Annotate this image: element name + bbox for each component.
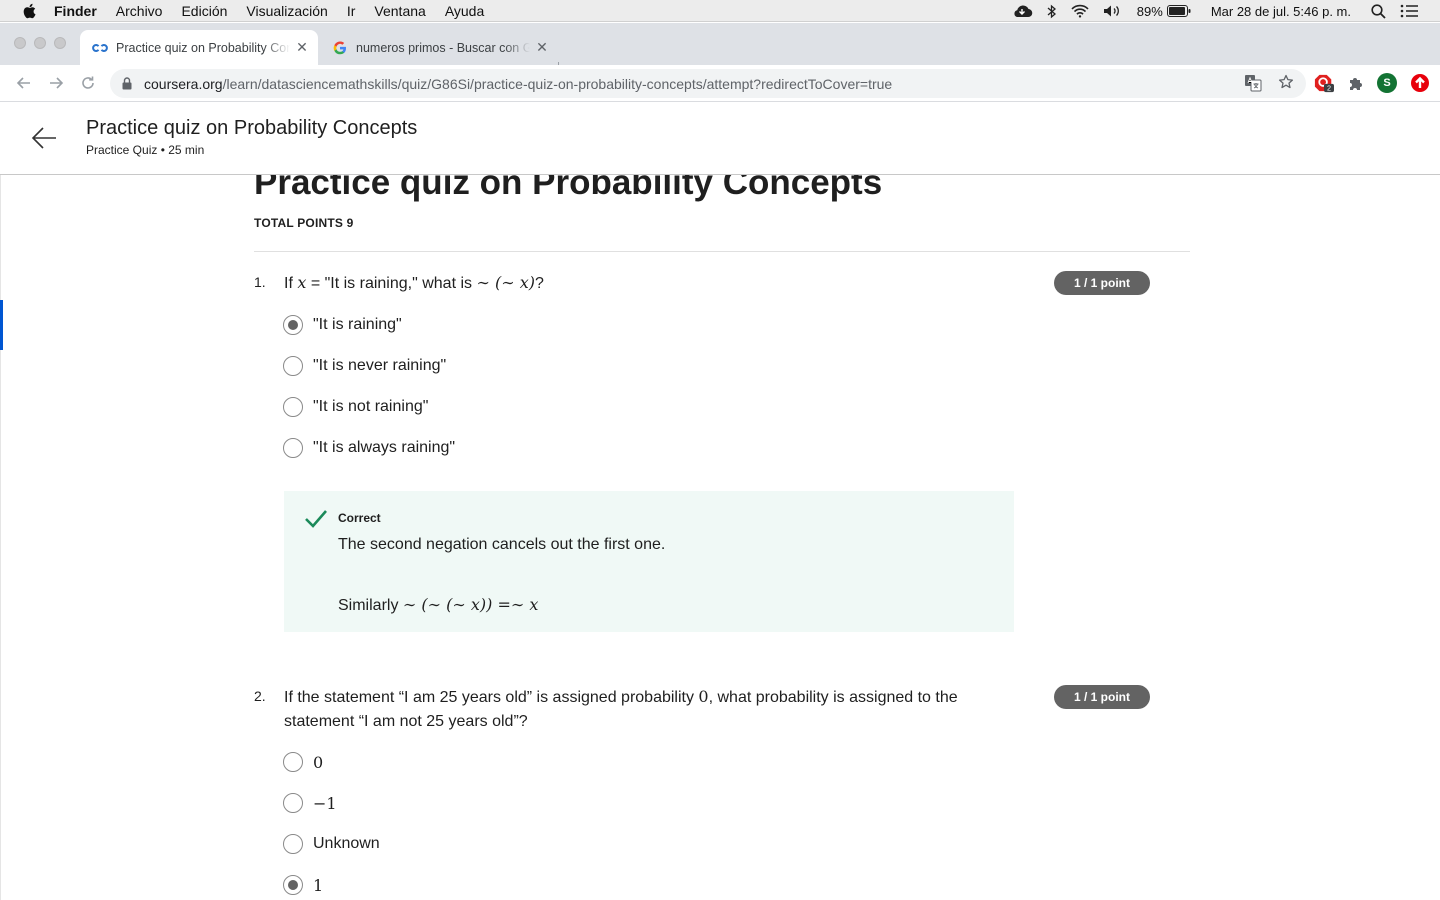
question-2-score-badge: 1 / 1 point [1054,685,1150,709]
q1-math-expr: ∼ (∼ x) [476,273,535,292]
q2-text-part: statement “I am not 25 years old”? [284,713,528,730]
feedback-math: ∼ (∼ (∼ x)) =∼ x [402,595,539,614]
option-label: "It is always raining" [313,439,456,456]
total-points: TOTAL POINTS 9 [254,216,354,230]
checkmark-icon [304,509,328,529]
back-arrow-icon[interactable] [30,124,58,152]
q1-option-2[interactable]: "It is never raining" [283,355,446,377]
q1-text-part: ? [534,275,544,292]
q1-option-1[interactable]: "It is raining" [283,314,402,336]
q2-math-zero: 0 [698,687,709,706]
radio-checked-icon[interactable] [283,315,303,335]
option-label: "It is not raining" [313,398,429,415]
option-label: −1 [313,793,337,813]
radio-checked-icon[interactable] [283,875,303,895]
q2-option-3[interactable]: Unknown [283,833,380,855]
q1-text-part: = "It is raining," what is [306,275,477,292]
question-2-text: If the statement “I am 25 years old” is … [284,685,1024,734]
q2-text-part: , what probability is assigned to the [708,689,958,706]
radio-icon[interactable] [283,438,303,458]
feedback-label: Correct [338,511,381,525]
radio-icon[interactable] [283,356,303,376]
header-subtitle: Practice Quiz • 25 min [86,143,205,157]
radio-icon[interactable] [283,834,303,854]
feedback-explanation: The second negation cancels out the firs… [338,536,666,553]
option-label: 1 [313,875,324,895]
coursera-quiz-header: Practice quiz on Probability Concepts Pr… [0,102,1440,175]
q1-feedback-box: Correct The second negation cancels out … [284,491,1014,632]
q2-option-1[interactable]: 0 [283,751,323,773]
feedback-similarly-text: Similarly [338,597,403,614]
q2-option-2[interactable]: −1 [283,792,337,814]
q1-text-part: If [284,275,298,292]
option-label: Unknown [313,835,380,852]
header-title: Practice quiz on Probability Concepts [86,117,418,139]
feedback-similarly: Similarly ∼ (∼ (∼ x)) =∼ x [338,595,538,615]
option-label: 0 [313,752,324,772]
option-label: "It is never raining" [313,357,447,374]
question-1-text: If x = "It is raining," what is ∼ (∼ x)? [284,271,544,296]
q1-option-3[interactable]: "It is not raining" [283,396,428,418]
question-1-score-badge: 1 / 1 point [1054,271,1150,295]
radio-icon[interactable] [283,793,303,813]
question-2-number: 2. [254,688,266,704]
q2-option-4[interactable]: 1 [283,874,323,896]
option-label: "It is raining" [313,316,402,333]
radio-icon[interactable] [283,752,303,772]
divider [254,251,1190,252]
question-1-number: 1. [254,274,266,290]
q1-option-4[interactable]: "It is always raining" [283,437,455,459]
q2-text-part: If the statement “I am 25 years old” is … [284,689,699,706]
radio-icon[interactable] [283,397,303,417]
